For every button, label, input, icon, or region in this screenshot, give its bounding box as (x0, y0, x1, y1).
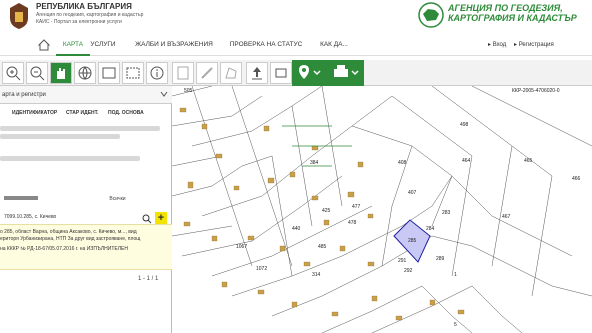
parcel-label: 1 (454, 272, 457, 278)
window-icon (102, 67, 116, 79)
select-icon (126, 67, 140, 79)
all-filter[interactable]: Всички (109, 196, 125, 202)
parcel-label: 1072 (256, 266, 268, 272)
nav-status-check[interactable]: ПРОВЕРКА НА СТАТУС (228, 34, 304, 56)
add-button[interactable]: + (155, 212, 167, 224)
layers-dropdown[interactable] (292, 60, 328, 86)
map-toolbar (0, 60, 592, 86)
col-old-ident[interactable]: СТАР ИДЕНТ. (66, 110, 99, 116)
zoom-in-button[interactable] (2, 62, 24, 84)
globe-button[interactable] (74, 62, 96, 84)
home-icon[interactable] (38, 39, 50, 51)
parcel-label: 467 (502, 214, 511, 220)
coat-of-arms-icon (10, 3, 28, 29)
zoom-in-icon (6, 66, 21, 81)
parcel-label: 284 (426, 226, 435, 232)
filter-row: Всички (4, 196, 126, 202)
parcel-label: 465 (524, 158, 533, 164)
column-headers: ИДЕНТИФИКАТОР СТАР ИДЕНТ. ПОД. ОСНОВА (0, 108, 172, 120)
parcel-label: 466 (572, 176, 581, 182)
search-panel: арта и регистри ИДЕНТИФИКАТОР СТАР ИДЕНТ… (0, 86, 172, 333)
nav-complaints[interactable]: ЖАЛБИ И ВЪЗРАЖЕНИЯ (132, 34, 216, 56)
nav-services[interactable]: УСЛУГИ (88, 34, 118, 56)
parcel-label: 477 (352, 204, 361, 210)
search-icon[interactable] (142, 214, 152, 224)
cadastre-portal: РЕПУБЛИКА БЪЛГАРИЯ Агенция по геодезия, … (0, 0, 592, 333)
info-icon (150, 66, 164, 80)
globe-icon (78, 66, 92, 80)
upload-button[interactable] (246, 62, 268, 84)
panel-title: арта и регистри (0, 86, 172, 104)
zoom-out-button[interactable] (26, 62, 48, 84)
agency-logo-icon (418, 2, 444, 28)
parcel-label: 464 (462, 158, 471, 164)
zoom-out-icon (30, 66, 45, 81)
export-icon (275, 68, 287, 78)
parcel-label: 384 (310, 160, 319, 166)
parcel-label: 5 (454, 322, 457, 328)
col-identifier[interactable]: ИДЕНТИФИКАТОР (12, 110, 57, 116)
blurred-row (0, 156, 140, 161)
pencil-icon (201, 67, 213, 79)
collapse-icon[interactable] (160, 90, 168, 98)
agency-name: АГЕНЦИЯ ПО ГЕОДЕЗИЯ, КАРТОГРАФИЯ И КАДАС… (448, 3, 577, 23)
area-button[interactable] (220, 62, 242, 84)
hand-icon (57, 68, 65, 79)
export-button[interactable] (270, 62, 292, 84)
select-button[interactable] (122, 62, 144, 84)
parcel-label: 478 (348, 220, 357, 226)
draw-button[interactable] (196, 62, 218, 84)
col-base[interactable]: ПОД. ОСНОВА (108, 110, 144, 116)
parcel-label: 291 (398, 258, 407, 264)
gov-title: РЕПУБЛИКА БЪЛГАРИЯ (36, 2, 132, 11)
parcel-label: 407 (408, 190, 417, 196)
header: РЕПУБЛИКА БЪЛГАРИЯ Агенция по геодезия, … (0, 0, 592, 34)
parcel-label: 289 (436, 256, 445, 262)
blurred-row (0, 134, 120, 139)
blurred-row (0, 126, 160, 131)
parcel-label: 498 (460, 122, 469, 128)
portal-subtitle: КАИС - Портал за електронни услуги (36, 19, 122, 25)
printer-icon (334, 65, 359, 77)
gov-subtitle: Агенция по геодезия, картография и кадас… (36, 12, 144, 18)
search-result[interactable]: о 285, област Варна, община Аксаково, с.… (0, 224, 172, 270)
measure-button[interactable] (172, 62, 194, 84)
parcel-label: 408 (398, 160, 407, 166)
nav-how-to[interactable]: КАК ДА... (316, 34, 352, 56)
pan-button[interactable] (50, 62, 72, 84)
pager: 1 - 1 / 1 (138, 276, 159, 282)
cadastral-map[interactable]: 505 498 464 465 466 384 408 407 285 284 … (172, 86, 592, 333)
map-canvas (172, 86, 592, 333)
location-pin-icon (299, 65, 321, 79)
parcel-label: 425 (322, 208, 331, 214)
ruler-icon (177, 66, 189, 80)
parcel-label: 292 (404, 268, 413, 274)
upload-icon (252, 67, 262, 80)
parcel-label: 485 (318, 244, 327, 250)
window-button[interactable] (98, 62, 120, 84)
map-sheet-label: ККР-2005-4706020-0 (512, 88, 560, 94)
main-nav: КАРТА УСЛУГИ ЖАЛБИ И ВЪЗРАЖЕНИЯ ПРОВЕРКА… (0, 34, 592, 56)
polygon-icon (225, 67, 237, 79)
parcel-label: 1067 (236, 244, 248, 250)
register-link[interactable]: ▸ Регистрация (514, 34, 554, 56)
parcel-label: 505 (184, 88, 193, 94)
nav-map[interactable]: КАРТА (56, 34, 90, 56)
parcel-label: 314 (312, 272, 321, 278)
parcel-label: 285 (408, 238, 417, 244)
print-dropdown[interactable] (328, 60, 364, 86)
parcel-label: 283 (442, 210, 451, 216)
login-link[interactable]: ▸ Вход (488, 34, 506, 56)
parcel-label: 440 (292, 226, 301, 232)
info-button[interactable] (146, 62, 168, 84)
